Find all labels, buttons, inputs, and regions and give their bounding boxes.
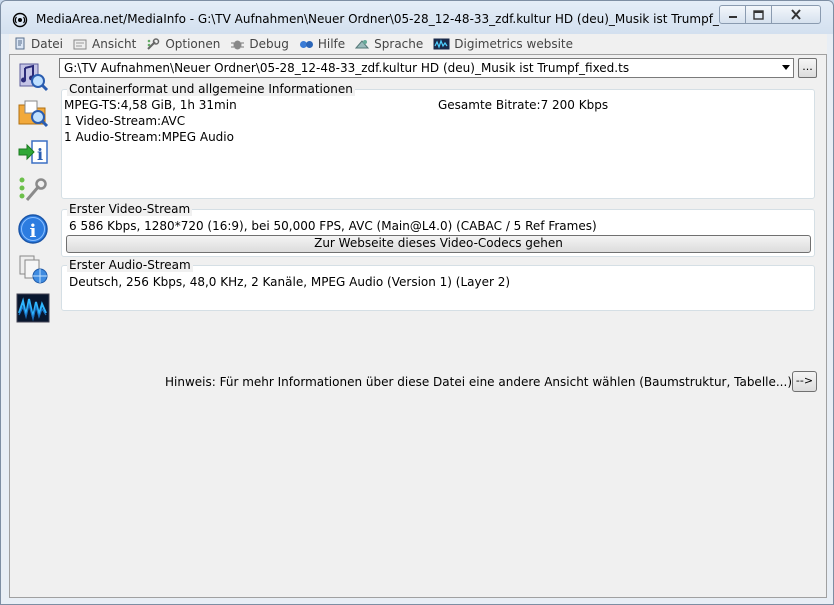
minimize-icon bbox=[728, 15, 737, 18]
svg-text:i: i bbox=[37, 145, 43, 164]
restore-icon bbox=[753, 9, 764, 20]
menu-optionen-label: Optionen bbox=[165, 37, 221, 51]
debug-icon bbox=[231, 40, 245, 49]
general-info-title: Containerformat und allgemeine Informati… bbox=[67, 82, 355, 96]
video-codec-website-button[interactable]: Zur Webseite dieses Video-Codecs gehen bbox=[66, 235, 811, 253]
language-icon bbox=[355, 39, 370, 48]
video-stream-count: 1 Video-Stream:AVC bbox=[64, 114, 186, 128]
minimize-button[interactable] bbox=[719, 5, 746, 24]
sidebar-digimetrics[interactable] bbox=[16, 291, 50, 325]
menu-debug-label: Debug bbox=[249, 37, 289, 51]
menu-digimetrics-label: Digimetrics website bbox=[454, 37, 573, 51]
menu-optionen[interactable]: Optionen bbox=[141, 34, 225, 54]
menu-datei-label: Datei bbox=[31, 37, 64, 51]
audio-stream-title: Erster Audio-Stream bbox=[67, 258, 193, 272]
menu-datei[interactable]: Datei bbox=[9, 34, 68, 54]
title-bar[interactable]: MediaArea.net/MediaInfo - G:\TV Aufnahme… bbox=[1, 1, 833, 34]
browse-button[interactable]: ... bbox=[798, 58, 817, 78]
maximize-button[interactable] bbox=[745, 5, 772, 24]
options-icon bbox=[147, 37, 160, 50]
menu-sprache[interactable]: Sprache bbox=[350, 34, 428, 54]
video-stream-group: Erster Video-Stream 6 586 Kbps, 1280*720… bbox=[61, 202, 815, 257]
digimetrics-waveform-icon bbox=[16, 293, 50, 323]
help-icon bbox=[299, 40, 313, 48]
sidebar-open-folder[interactable] bbox=[16, 96, 50, 130]
menu-ansicht[interactable]: Ansicht bbox=[68, 34, 141, 54]
container-format: MPEG-TS:4,58 GiB, 1h 31min bbox=[64, 98, 237, 112]
window-title: MediaArea.net/MediaInfo - G:\TV Aufnahme… bbox=[36, 12, 763, 26]
audio-stream-count: 1 Audio-Stream:MPEG Audio bbox=[64, 130, 234, 144]
overall-bitrate: Gesamte Bitrate:7 200 Kbps bbox=[438, 98, 609, 112]
main-window: MediaArea.net/MediaInfo - G:\TV Aufnahme… bbox=[0, 0, 834, 605]
menu-bar: Datei Ansicht Optionen Debug Hilfe Sprac… bbox=[9, 34, 827, 54]
web-documents-icon bbox=[19, 255, 48, 284]
video-stream-title: Erster Video-Stream bbox=[67, 202, 193, 216]
open-folder-icon bbox=[18, 100, 49, 128]
mediainfo-app-icon bbox=[12, 12, 28, 28]
audio-stream-group: Erster Audio-Stream Deutsch, 256 Kbps, 4… bbox=[61, 258, 815, 311]
chevron-down-icon bbox=[782, 65, 790, 70]
open-file-icon bbox=[19, 63, 49, 92]
menu-hilfe-label: Hilfe bbox=[317, 37, 346, 51]
client-area: i i G:\TV Aufnahmen\Neuer Ordner\05-28_1… bbox=[9, 54, 827, 598]
video-stream-details: 6 586 Kbps, 1280*720 (16:9), bei 50,000 … bbox=[69, 219, 597, 233]
menu-debug[interactable]: Debug bbox=[225, 34, 293, 54]
menu-digimetrics[interactable]: Digimetrics website bbox=[428, 34, 578, 54]
file-icon bbox=[15, 37, 25, 50]
audio-stream-details: Deutsch, 256 Kbps, 48,0 KHz, 2 Kanäle, M… bbox=[69, 275, 511, 289]
general-info-group: Containerformat und allgemeine Informati… bbox=[61, 82, 815, 199]
sidebar-open-file[interactable] bbox=[16, 59, 50, 93]
info-icon: i bbox=[18, 214, 48, 244]
sidebar-preferences[interactable] bbox=[16, 173, 50, 207]
file-select-dropdown[interactable]: G:\TV Aufnahmen\Neuer Ordner\05-28_12-48… bbox=[59, 58, 794, 78]
view-icon bbox=[73, 39, 87, 49]
close-button[interactable] bbox=[771, 5, 821, 24]
view-sidebar: i i bbox=[10, 55, 57, 597]
menu-sprache-label: Sprache bbox=[374, 37, 424, 51]
menu-ansicht-label: Ansicht bbox=[92, 37, 137, 51]
view-hint-text: Hinweis: Für mehr Informationen über die… bbox=[165, 375, 792, 389]
close-icon bbox=[791, 9, 801, 20]
preferences-icon bbox=[19, 177, 47, 201]
sidebar-web[interactable] bbox=[16, 252, 50, 286]
svg-text:i: i bbox=[30, 221, 37, 242]
menu-hilfe[interactable]: Hilfe bbox=[294, 34, 350, 54]
digimetrics-icon bbox=[433, 38, 450, 50]
next-view-button[interactable]: --> bbox=[792, 371, 817, 392]
basic-view: G:\TV Aufnahmen\Neuer Ordner\05-28_12-48… bbox=[57, 55, 826, 597]
sidebar-export[interactable]: i bbox=[16, 135, 50, 169]
selected-file-path: G:\TV Aufnahmen\Neuer Ordner\05-28_12-48… bbox=[64, 61, 630, 75]
export-info-icon: i bbox=[18, 140, 48, 164]
sidebar-about[interactable]: i bbox=[16, 212, 50, 246]
